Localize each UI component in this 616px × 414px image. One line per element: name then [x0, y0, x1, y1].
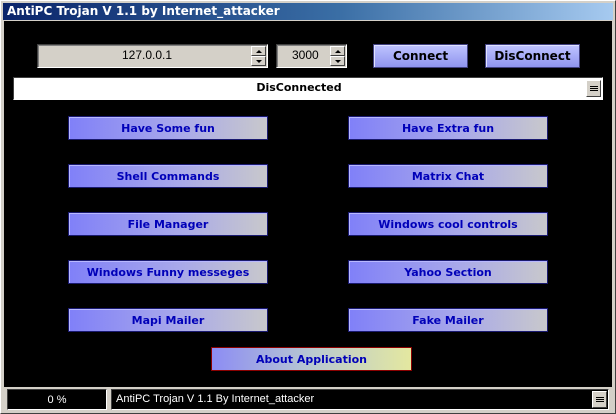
port-spin-down-button[interactable]	[330, 56, 345, 66]
fake-mailer-button[interactable]: Fake Mailer	[348, 308, 548, 332]
connection-status-text: DisConnected	[256, 81, 342, 94]
matrix-chat-button[interactable]: Matrix Chat	[348, 164, 548, 188]
status-message-dropdown-button[interactable]	[592, 391, 607, 408]
connect-button[interactable]: Connect	[373, 44, 468, 68]
have-extra-fun-button[interactable]: Have Extra fun	[348, 116, 548, 140]
windows-funny-messages-button[interactable]: Windows Funny messeges	[68, 260, 268, 284]
port-spinner[interactable]	[330, 46, 345, 66]
mapi-mailer-button[interactable]: Mapi Mailer	[68, 308, 268, 332]
ip-address-field[interactable]: 127.0.0.1	[37, 44, 268, 68]
port-spin-up-button[interactable]	[330, 46, 345, 56]
have-some-fun-button[interactable]: Have Some fun	[68, 116, 268, 140]
disconnect-button[interactable]: DisConnect	[485, 44, 580, 68]
ip-spinner[interactable]	[251, 46, 266, 66]
windows-cool-controls-button[interactable]: Windows cool controls	[348, 212, 548, 236]
main-panel: 127.0.0.1 3000 Connect DisConnect DisCon…	[4, 21, 612, 387]
status-dropdown-button[interactable]	[586, 80, 601, 97]
ip-address-value: 127.0.0.1	[122, 48, 173, 62]
shell-commands-button[interactable]: Shell Commands	[68, 164, 268, 188]
spin-down-icon	[255, 59, 262, 63]
port-field[interactable]: 3000	[276, 44, 347, 68]
window-title: AntiPC Trojan V 1.1 by Internet_attacker	[3, 3, 613, 20]
dropdown-lines-icon	[592, 391, 607, 408]
app-window: AntiPC Trojan V 1.1 by Internet_attacker…	[0, 0, 616, 414]
about-application-button[interactable]: About Application	[211, 347, 412, 371]
connection-status-field: DisConnected	[13, 77, 603, 100]
spin-down-icon	[334, 59, 341, 63]
port-value: 3000	[292, 48, 319, 62]
file-manager-button[interactable]: File Manager	[68, 212, 268, 236]
progress-percent: 0 %	[7, 389, 107, 410]
ip-spin-down-button[interactable]	[251, 56, 266, 66]
ip-spin-up-button[interactable]	[251, 46, 266, 56]
status-message-field: AntiPC Trojan V 1.1 By Internet_attacker	[111, 389, 609, 410]
dropdown-lines-icon	[586, 80, 601, 97]
spin-up-icon	[334, 49, 341, 53]
yahoo-section-button[interactable]: Yahoo Section	[348, 260, 548, 284]
spin-up-icon	[255, 49, 262, 53]
status-message-text: AntiPC Trojan V 1.1 By Internet_attacker	[116, 393, 315, 405]
status-bar: 0 % AntiPC Trojan V 1.1 By Internet_atta…	[4, 387, 612, 412]
